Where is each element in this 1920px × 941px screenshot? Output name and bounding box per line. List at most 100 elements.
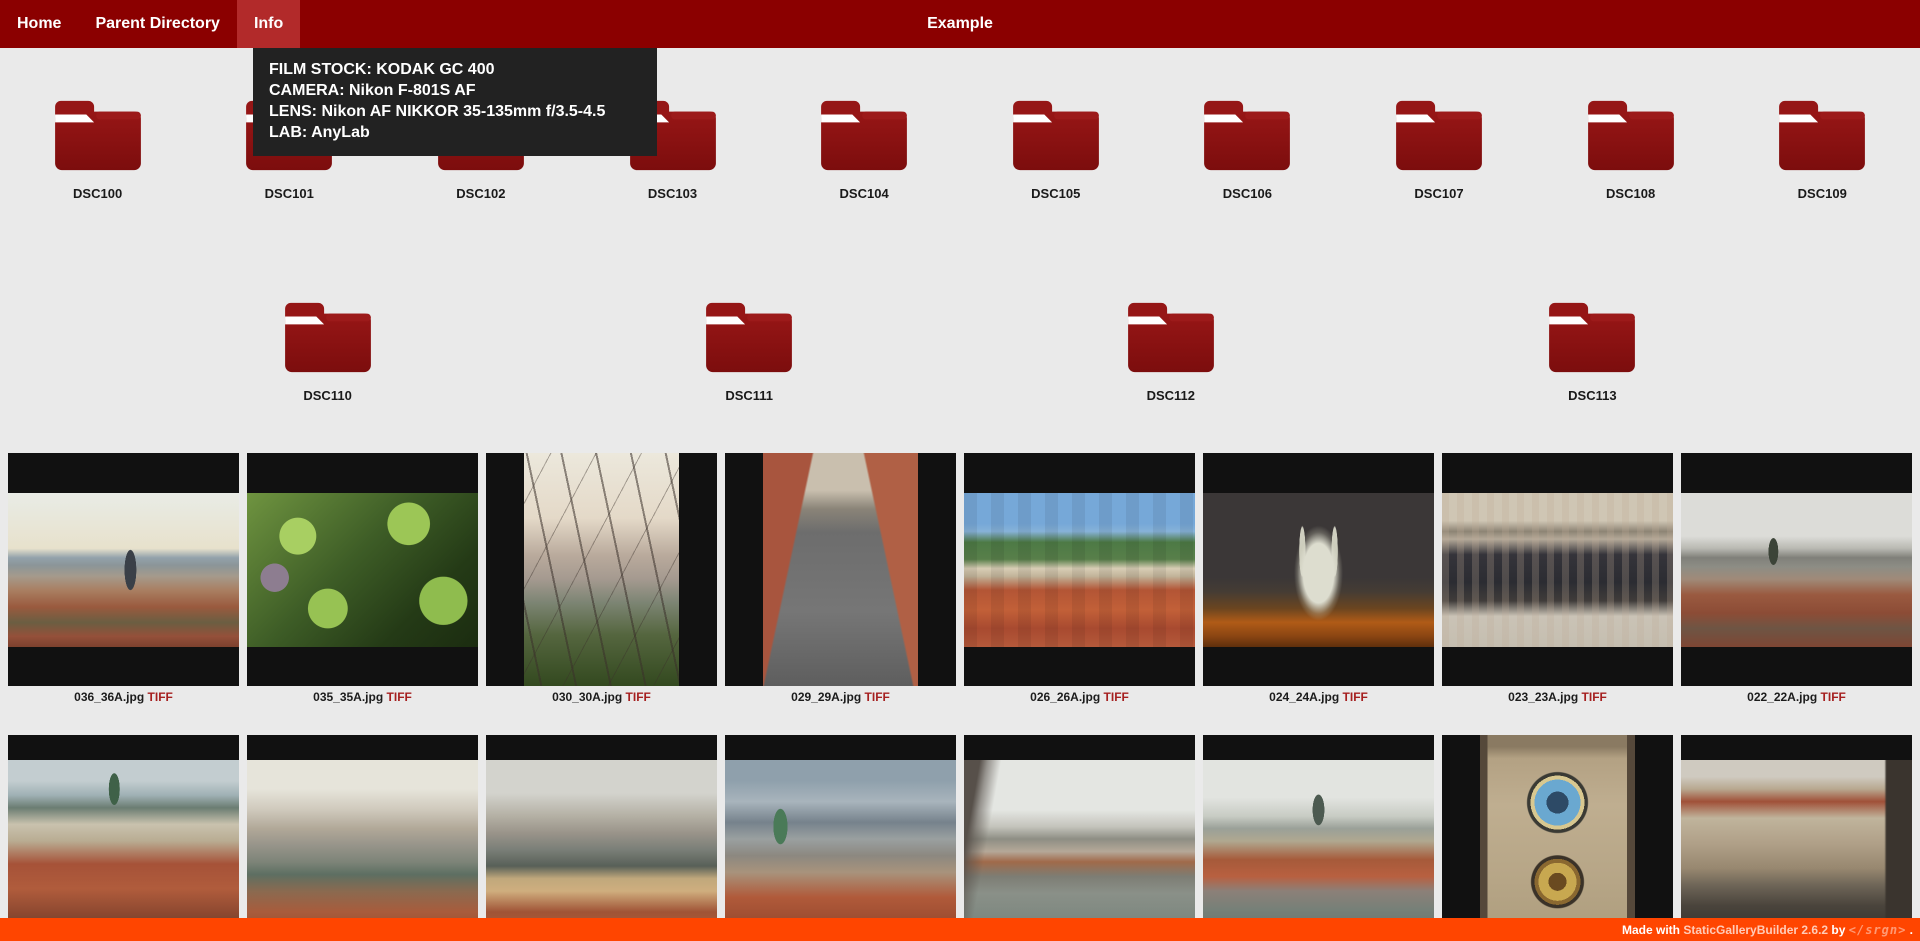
thumbnail-image[interactable] (1203, 453, 1434, 686)
tiff-link[interactable]: TIFF (1104, 690, 1129, 704)
thumbnail-caption: 036_36A.jpg TIFF (8, 690, 239, 705)
folder-label: DSC100 (73, 186, 122, 201)
thumbnail-image[interactable] (486, 735, 717, 941)
tiff-link[interactable]: TIFF (148, 690, 173, 704)
photo-placeholder (486, 760, 717, 941)
thumbnail-grid: 036_36A.jpg TIFF 035_35A.jpg TIFF 030_30… (0, 453, 1920, 941)
folder-item-dsc113[interactable]: DSC113 (1498, 278, 1686, 429)
folder-icon (51, 96, 145, 174)
tooltip-camera: CAMERA: Nikon F-801S AF (269, 80, 641, 101)
tiff-link[interactable]: TIFF (1582, 690, 1607, 704)
folder-item-dsc107[interactable]: DSC107 (1345, 76, 1533, 227)
photo-placeholder (1203, 760, 1434, 941)
photo-placeholder (763, 453, 918, 686)
thumbnail-filename: 029_29A.jpg (791, 690, 861, 704)
folder-item-dsc108[interactable]: DSC108 (1537, 76, 1725, 227)
navbar: Home Parent Directory Info Example (0, 0, 1920, 48)
thumbnail-item: 026_26A.jpg TIFF (964, 453, 1195, 705)
thumbnail-caption: 024_24A.jpg TIFF (1203, 690, 1434, 705)
thumbnail-item (1203, 735, 1434, 941)
thumbnail-image[interactable] (8, 735, 239, 941)
thumbnail-image[interactable] (725, 453, 956, 686)
thumbnail-image[interactable] (247, 735, 478, 941)
folder-item-dsc100[interactable]: DSC100 (4, 76, 192, 227)
tiff-link[interactable]: TIFF (387, 690, 412, 704)
photo-placeholder (247, 493, 478, 647)
photo-placeholder (725, 760, 956, 941)
thumbnail-filename: 022_22A.jpg (1747, 690, 1817, 704)
folder-item-dsc111[interactable]: DSC111 (655, 278, 843, 429)
folder-label: DSC111 (725, 388, 773, 403)
thumbnail-filename: 024_24A.jpg (1269, 690, 1339, 704)
folder-label: DSC106 (1223, 186, 1272, 201)
thumbnail-item: 023_23A.jpg TIFF (1442, 453, 1673, 705)
folder-item-dsc105[interactable]: DSC105 (962, 76, 1150, 227)
thumbnail-image[interactable] (1442, 453, 1673, 686)
folder-label: DSC113 (1568, 388, 1616, 403)
thumbnail-image[interactable] (1203, 735, 1434, 941)
folder-label: DSC107 (1414, 186, 1463, 201)
folder-label: DSC109 (1798, 186, 1847, 201)
thumbnail-caption: 026_26A.jpg TIFF (964, 690, 1195, 705)
thumbnail-item (8, 735, 239, 941)
folder-item-dsc109[interactable]: DSC109 (1728, 76, 1916, 227)
thumbnail-caption: 022_22A.jpg TIFF (1681, 690, 1912, 705)
folder-icon (702, 298, 796, 376)
thumbnail-item: 035_35A.jpg TIFF (247, 453, 478, 705)
photo-placeholder (1681, 760, 1912, 941)
nav-item-info[interactable]: Info (237, 0, 300, 48)
folder-item-dsc110[interactable]: DSC110 (234, 278, 422, 429)
tiff-link[interactable]: TIFF (865, 690, 890, 704)
thumbnail-image[interactable] (1681, 735, 1912, 941)
nav-item-home[interactable]: Home (0, 0, 78, 48)
thumbnail-image[interactable] (247, 453, 478, 686)
thumbnail-filename: 023_23A.jpg (1508, 690, 1578, 704)
folder-icon (817, 96, 911, 174)
folder-label: DSC110 (303, 388, 351, 403)
thumbnail-filename: 035_35A.jpg (313, 690, 383, 704)
footer-srgn-logo[interactable]: </srgn> (1849, 923, 1907, 937)
photo-placeholder (1681, 493, 1912, 647)
info-tooltip: FILM STOCK: KODAK GC 400 CAMERA: Nikon F… (253, 48, 657, 156)
thumbnail-item: 022_22A.jpg TIFF (1681, 453, 1912, 705)
folder-icon (1775, 96, 1869, 174)
thumbnail-image[interactable] (1681, 453, 1912, 686)
tiff-link[interactable]: TIFF (626, 690, 651, 704)
thumbnail-filename: 030_30A.jpg (552, 690, 622, 704)
nav-item-parent-directory[interactable]: Parent Directory (78, 0, 237, 48)
tiff-link[interactable]: TIFF (1343, 690, 1368, 704)
footer-builder-link[interactable]: StaticGalleryBuilder 2.6.2 (1683, 923, 1828, 937)
thumbnail-item (725, 735, 956, 941)
thumbnail-image[interactable] (486, 453, 717, 686)
footer-made-with: Made with (1622, 923, 1683, 937)
folder-item-dsc106[interactable]: DSC106 (1153, 76, 1341, 227)
photo-placeholder (247, 760, 478, 941)
thumbnail-image[interactable] (1442, 735, 1673, 941)
photo-placeholder (524, 453, 679, 686)
thumbnail-image[interactable] (725, 735, 956, 941)
folder-item-dsc104[interactable]: DSC104 (770, 76, 958, 227)
thumbnail-item: 036_36A.jpg TIFF (8, 453, 239, 705)
thumbnail-item (1681, 735, 1912, 941)
thumbnail-image[interactable] (8, 453, 239, 686)
thumbnail-image[interactable] (964, 735, 1195, 941)
folder-label: DSC103 (648, 186, 697, 201)
tooltip-lab: LAB: AnyLab (269, 122, 641, 143)
photo-placeholder (1203, 493, 1434, 647)
folder-icon (1200, 96, 1294, 174)
folder-icon (1124, 298, 1218, 376)
thumbnail-item: 029_29A.jpg TIFF (725, 453, 956, 705)
folder-icon (281, 298, 375, 376)
photo-placeholder (964, 493, 1195, 647)
thumbnail-image[interactable] (964, 453, 1195, 686)
nav-title-example: Example (927, 0, 993, 48)
folder-icon (1545, 298, 1639, 376)
folder-label: DSC112 (1147, 388, 1195, 403)
thumbnail-item (964, 735, 1195, 941)
photo-placeholder (1480, 735, 1635, 941)
footer: Made with StaticGalleryBuilder 2.6.2 by … (0, 918, 1920, 941)
folder-item-dsc112[interactable]: DSC112 (1077, 278, 1265, 429)
photo-placeholder (964, 760, 1195, 941)
tiff-link[interactable]: TIFF (1821, 690, 1846, 704)
thumbnail-item: 024_24A.jpg TIFF (1203, 453, 1434, 705)
